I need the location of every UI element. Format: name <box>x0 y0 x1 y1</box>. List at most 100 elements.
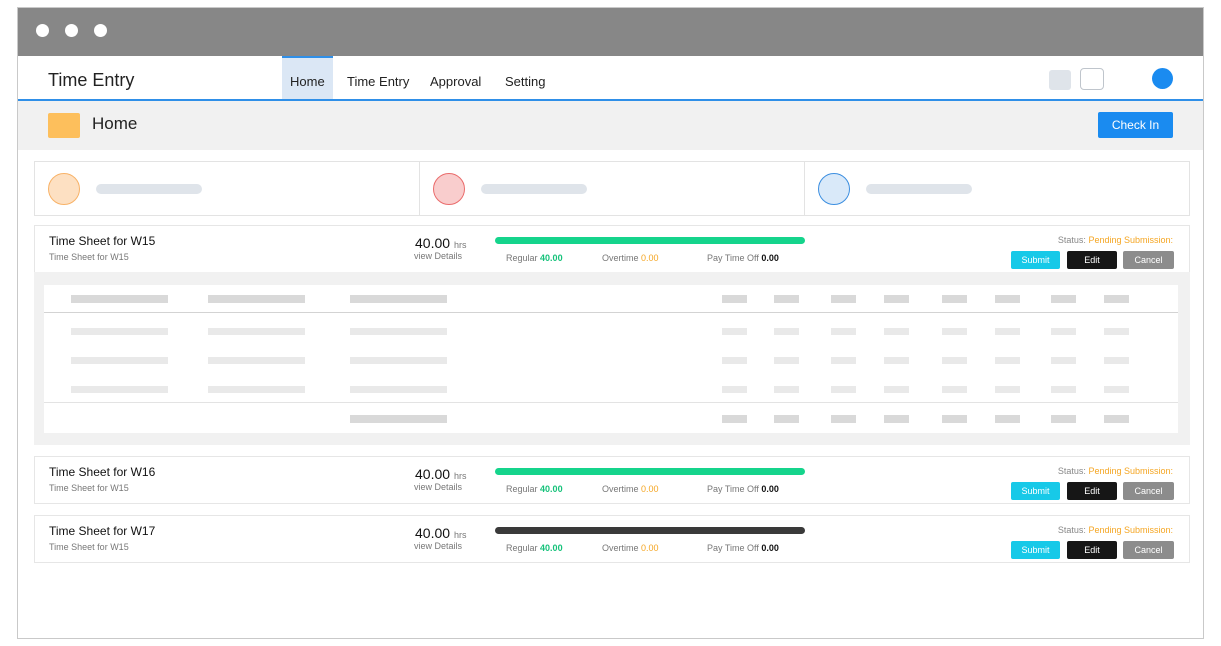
table-header-placeholder <box>831 295 856 303</box>
table-cell-placeholder <box>774 357 799 364</box>
overtime-value: 0.00 <box>641 543 659 553</box>
table-total-divider <box>44 402 1178 403</box>
submit-button[interactable]: Submit <box>1011 482 1060 500</box>
tab-approval[interactable]: Approval <box>422 56 489 99</box>
timesheet-row: Time Sheet for W16 Time Sheet for W15 40… <box>34 456 1190 504</box>
timesheet-hours: 40.00 hrs <box>415 235 466 251</box>
summary-circle-icon <box>433 173 465 205</box>
window-maximize-dot[interactable] <box>94 24 107 37</box>
user-avatar[interactable] <box>1152 68 1173 89</box>
summary-card[interactable] <box>804 162 1189 215</box>
submit-button[interactable]: Submit <box>1011 251 1060 269</box>
table-header-placeholder <box>884 295 909 303</box>
table-cell-placeholder <box>208 386 305 393</box>
pto-hours: Pay Time Off 0.00 <box>707 253 779 263</box>
timesheet-status: Status: Pending Submission: <box>1058 235 1173 245</box>
table-cell-placeholder <box>884 328 909 335</box>
pto-value: 0.00 <box>761 253 779 263</box>
edit-button[interactable]: Edit <box>1067 251 1117 269</box>
table-header-placeholder <box>1051 295 1076 303</box>
pto-label: Pay Time Off <box>707 484 759 494</box>
table-cell-placeholder <box>722 386 747 393</box>
overtime-label: Overtime <box>602 543 639 553</box>
table-header-placeholder <box>350 295 447 303</box>
table-total-placeholder <box>942 415 967 423</box>
overtime-value: 0.00 <box>641 484 659 494</box>
header-outline-button[interactable] <box>1080 68 1104 90</box>
table-cell-placeholder <box>1104 328 1129 335</box>
window-minimize-dot[interactable] <box>65 24 78 37</box>
pto-hours: Pay Time Off 0.00 <box>707 484 779 494</box>
table-total-placeholder <box>1051 415 1076 423</box>
summary-placeholder <box>96 184 202 194</box>
timesheet-subtitle: Time Sheet for W15 <box>49 252 129 262</box>
tab-setting[interactable]: Setting <box>497 56 553 99</box>
status-badge: Pending Submission: <box>1088 525 1173 535</box>
table-header-placeholder <box>722 295 747 303</box>
window-close-dot[interactable] <box>36 24 49 37</box>
table-cell-placeholder <box>1051 386 1076 393</box>
summary-card[interactable] <box>419 162 804 215</box>
table-cell-placeholder <box>831 328 856 335</box>
pto-hours: Pay Time Off 0.00 <box>707 543 779 553</box>
overtime-label: Overtime <box>602 484 639 494</box>
summary-placeholder <box>481 184 587 194</box>
home-icon <box>48 113 80 138</box>
table-cell-placeholder <box>722 357 747 364</box>
table-cell-placeholder <box>884 386 909 393</box>
table-cell-placeholder <box>350 328 447 335</box>
timesheet-progress-bar <box>495 237 805 244</box>
table-total-placeholder <box>884 415 909 423</box>
tab-time-entry[interactable]: Time Entry <box>339 56 417 99</box>
hours-unit: hrs <box>453 530 467 540</box>
submit-button[interactable]: Submit <box>1011 541 1060 559</box>
table-cell-placeholder <box>942 357 967 364</box>
table-cell-placeholder <box>208 357 305 364</box>
timesheet-hours: 40.00 hrs <box>415 525 466 541</box>
window-titlebar <box>18 8 1203 56</box>
table-cell-placeholder <box>995 328 1020 335</box>
app-window: Time Entry Home Time Entry Approval Sett… <box>17 7 1204 639</box>
page-title: Home <box>92 114 138 133</box>
table-cell-placeholder <box>942 328 967 335</box>
cancel-button[interactable]: Cancel <box>1123 541 1174 559</box>
timesheet-row: Time Sheet for W15 Time Sheet for W15 40… <box>34 225 1190 273</box>
table-cell-placeholder <box>71 386 168 393</box>
table-header-placeholder <box>774 295 799 303</box>
timesheet-subtitle: Time Sheet for W15 <box>49 542 129 552</box>
table-header-placeholder <box>995 295 1020 303</box>
table-cell-placeholder <box>995 386 1020 393</box>
header-action-button[interactable] <box>1049 70 1071 90</box>
summary-cards <box>34 161 1190 216</box>
table-cell-placeholder <box>831 386 856 393</box>
tab-home[interactable]: Home <box>282 56 333 99</box>
cancel-button[interactable]: Cancel <box>1123 251 1174 269</box>
view-details-link[interactable]: view Details <box>414 251 462 261</box>
view-details-link[interactable]: view Details <box>414 482 462 492</box>
app-header: Time Entry Home Time Entry Approval Sett… <box>18 56 1203 101</box>
summary-placeholder <box>866 184 972 194</box>
summary-card[interactable] <box>35 162 419 215</box>
cancel-button[interactable]: Cancel <box>1123 482 1174 500</box>
regular-value: 40.00 <box>540 253 563 263</box>
timesheet-detail-panel <box>34 272 1190 445</box>
timesheet-progress-bar <box>495 527 805 534</box>
edit-button[interactable]: Edit <box>1067 541 1117 559</box>
table-total-placeholder <box>995 415 1020 423</box>
regular-hours: Regular 40.00 <box>506 253 563 263</box>
view-details-link[interactable]: view Details <box>414 541 462 551</box>
table-cell-placeholder <box>1104 357 1129 364</box>
edit-button[interactable]: Edit <box>1067 482 1117 500</box>
table-cell-placeholder <box>350 386 447 393</box>
overtime-hours: Overtime 0.00 <box>602 253 659 263</box>
check-in-button[interactable]: Check In <box>1098 112 1173 138</box>
hours-value: 40.00 <box>415 235 451 251</box>
page-header: Home Check In <box>18 101 1203 150</box>
overtime-hours: Overtime 0.00 <box>602 543 659 553</box>
table-cell-placeholder <box>1051 357 1076 364</box>
status-label: Status: <box>1057 525 1086 535</box>
overtime-hours: Overtime 0.00 <box>602 484 659 494</box>
regular-hours: Regular 40.00 <box>506 484 563 494</box>
timesheet-title: Time Sheet for W15 <box>49 234 156 248</box>
table-total-placeholder <box>722 415 747 423</box>
